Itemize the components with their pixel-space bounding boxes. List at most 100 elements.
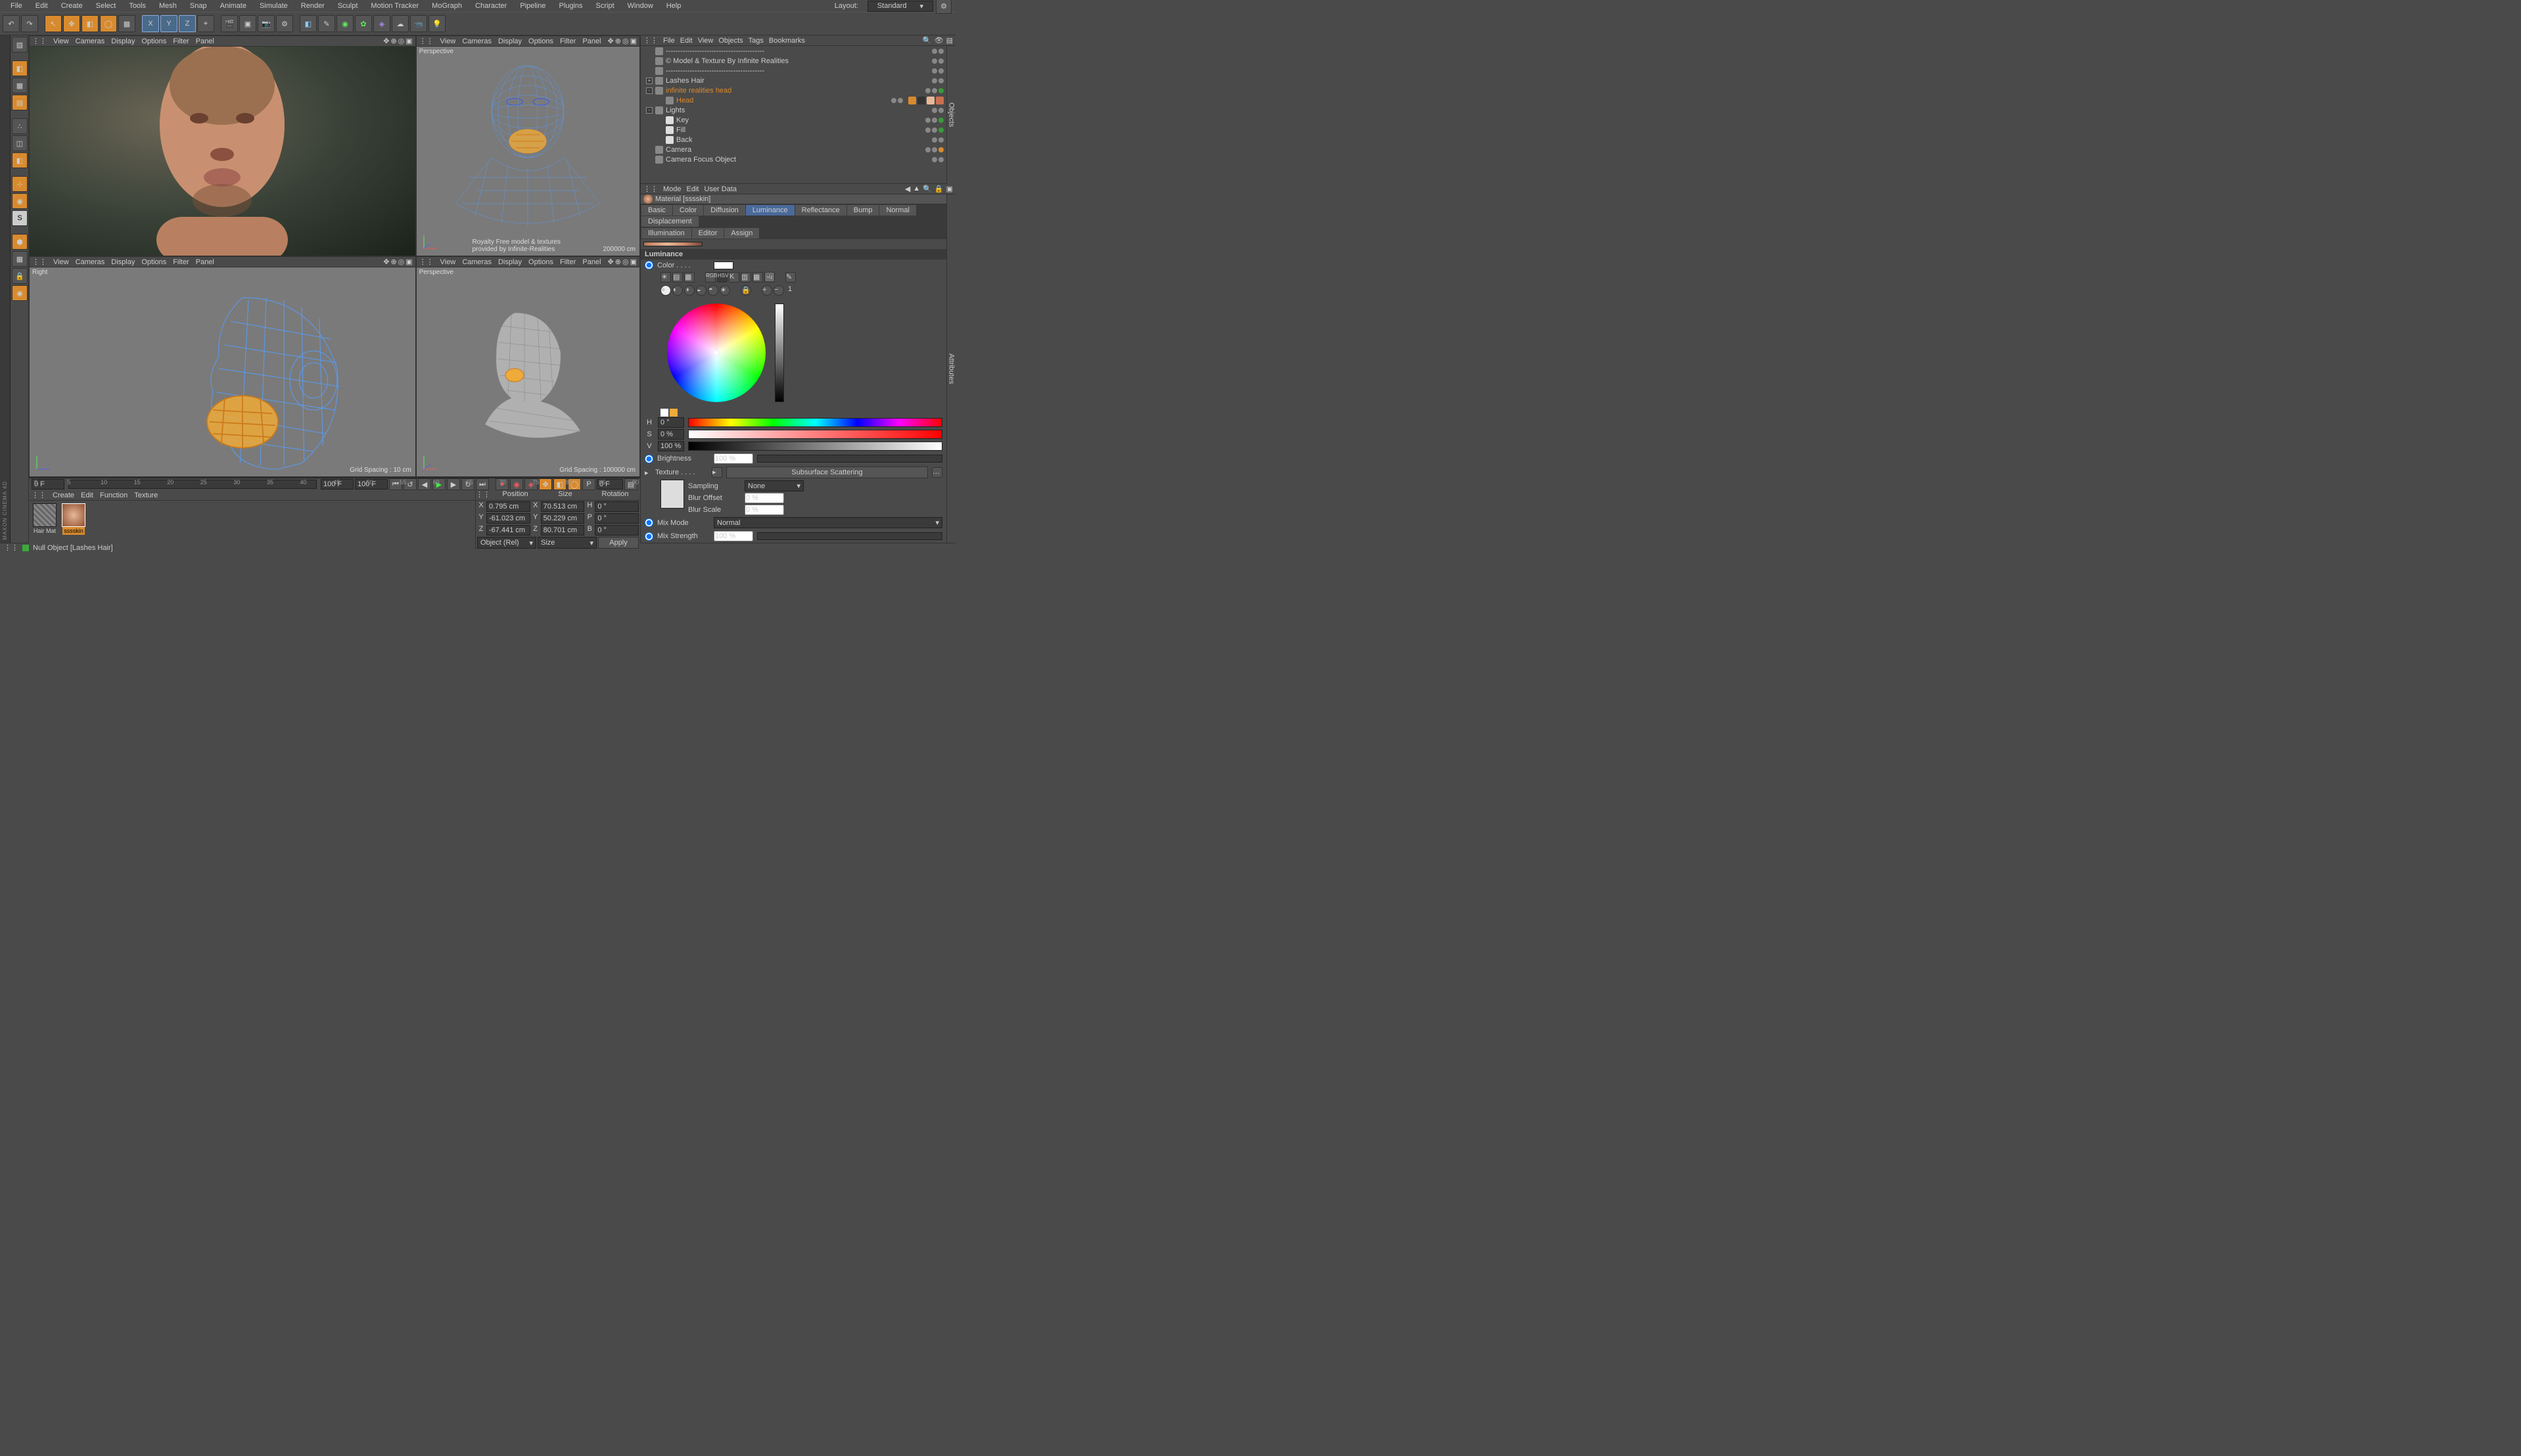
kelvin-icon[interactable]: K: [729, 272, 739, 283]
vp-display[interactable]: Display: [111, 37, 135, 45]
vp-view[interactable]: View: [53, 258, 69, 266]
grip-icon[interactable]: ⋮⋮: [32, 37, 47, 45]
menu-help[interactable]: Help: [660, 2, 688, 10]
tree-item[interactable]: +Lashes Hair: [641, 76, 946, 85]
render-region-icon[interactable]: ▣: [239, 15, 256, 32]
objpanel-file[interactable]: File: [663, 37, 675, 45]
menu-character[interactable]: Character: [469, 2, 513, 10]
tab-luminance[interactable]: Luminance: [746, 205, 795, 216]
vp-nav2-icon[interactable]: ⊕: [615, 37, 621, 45]
x-axis-lock-icon[interactable]: X: [142, 15, 159, 32]
texture-preview[interactable]: [643, 242, 703, 246]
visibility-dots[interactable]: [925, 147, 944, 152]
mixmode-radio[interactable]: [645, 518, 653, 527]
menu-motiontracker[interactable]: Motion Tracker: [364, 2, 425, 10]
picture-icon[interactable]: 🖼: [764, 272, 775, 283]
rotate-tool-icon[interactable]: ◯: [100, 15, 117, 32]
visibility-dots[interactable]: [925, 118, 944, 123]
vp-nav1-icon[interactable]: ✥: [383, 258, 389, 266]
mixstrength-slider[interactable]: [757, 532, 942, 540]
objpanel-objects[interactable]: Objects: [718, 37, 743, 45]
generator-icon[interactable]: ✿: [355, 15, 372, 32]
environment-icon[interactable]: ☁: [392, 15, 409, 32]
vp-nav3-icon[interactable]: ◎: [622, 37, 629, 45]
viewport-solo-icon[interactable]: ◉: [12, 285, 28, 301]
vp-nav4-icon[interactable]: ▣: [405, 258, 412, 266]
grip-icon[interactable]: ⋮⋮: [32, 258, 47, 266]
vp-view[interactable]: View: [440, 37, 456, 45]
objpanel-edit[interactable]: Edit: [680, 37, 693, 45]
move-tool-icon[interactable]: ✥: [63, 15, 80, 32]
tab-assign[interactable]: Assign: [724, 228, 759, 239]
bluroffset-input[interactable]: [745, 493, 784, 503]
visibility-dots[interactable]: [932, 68, 944, 74]
objects-tab[interactable]: Objects: [946, 46, 956, 184]
shader-preview[interactable]: [660, 480, 684, 509]
polygon-mode-icon[interactable]: ◧: [12, 152, 28, 168]
pos-input[interactable]: [486, 501, 530, 512]
softselection-icon[interactable]: ◉: [12, 193, 28, 209]
coord-system-icon[interactable]: ⌖: [197, 15, 214, 32]
mat-function[interactable]: Function: [100, 491, 127, 499]
vp-cameras[interactable]: Cameras: [76, 37, 105, 45]
vp-display[interactable]: Display: [498, 258, 522, 266]
tree-item[interactable]: Back: [641, 135, 946, 145]
visibility-dots[interactable]: [891, 98, 903, 103]
tag-icon[interactable]: [927, 97, 935, 104]
menu-render[interactable]: Render: [294, 2, 331, 10]
lock-icon[interactable]: 🔒: [935, 185, 944, 193]
vp-nav2-icon[interactable]: ⊕: [615, 258, 621, 266]
pen-tool-icon[interactable]: ✎: [318, 15, 335, 32]
tab-bump[interactable]: Bump: [847, 205, 879, 216]
key-pos-icon[interactable]: ✥: [539, 478, 552, 490]
expand-icon[interactable]: -: [646, 87, 653, 94]
harmony3-icon[interactable]: ◑: [684, 285, 695, 296]
rot-input[interactable]: [595, 525, 639, 535]
tree-item[interactable]: Head: [641, 95, 946, 105]
menu-pipeline[interactable]: Pipeline: [513, 2, 552, 10]
grip-icon[interactable]: ⋮⋮: [643, 185, 658, 193]
attr-edit[interactable]: Edit: [687, 185, 699, 193]
tab-normal[interactable]: Normal: [879, 205, 915, 216]
vp-nav4-icon[interactable]: ▣: [630, 37, 637, 45]
tag-icon[interactable]: [917, 97, 925, 104]
size-input[interactable]: [541, 525, 585, 535]
edge-mode-icon[interactable]: ◫: [12, 135, 28, 151]
attributes-tab[interactable]: Attributes: [946, 194, 956, 543]
size-input[interactable]: [541, 501, 585, 512]
tree-item[interactable]: -Lights: [641, 105, 946, 115]
grip-icon[interactable]: ⋮⋮: [476, 490, 490, 500]
scale-tool-icon[interactable]: ◧: [81, 15, 99, 32]
recent-tool-icon[interactable]: ▦: [118, 15, 135, 32]
menu-plugins[interactable]: Plugins: [552, 2, 589, 10]
lock-harmony-icon[interactable]: 🔒: [741, 285, 751, 296]
harmony6-icon[interactable]: ✶: [720, 285, 730, 296]
vp-nav3-icon[interactable]: ◎: [398, 37, 405, 45]
point-mode-icon[interactable]: ∴: [12, 118, 28, 134]
eye-icon[interactable]: 👁: [935, 36, 944, 45]
material-item[interactable]: sssskin: [60, 503, 87, 547]
menu-create[interactable]: Create: [55, 2, 89, 10]
value-slider[interactable]: [775, 304, 784, 402]
coord-apply-button[interactable]: Apply: [598, 537, 639, 549]
mixmode-dropdown[interactable]: Normal▾: [714, 517, 942, 528]
filter-icon[interactable]: ▤: [946, 36, 953, 45]
sampling-dropdown[interactable]: None▾: [745, 480, 804, 491]
objpanel-bookmarks[interactable]: Bookmarks: [769, 37, 805, 45]
tree-item[interactable]: Key: [641, 115, 946, 125]
light-icon[interactable]: 💡: [428, 15, 446, 32]
mat-texture[interactable]: Texture: [134, 491, 158, 499]
vp-nav4-icon[interactable]: ▣: [405, 37, 412, 45]
vp-cameras[interactable]: Cameras: [462, 258, 492, 266]
model-mode-icon[interactable]: ◧: [12, 60, 28, 76]
mixstrength-input[interactable]: [714, 531, 753, 541]
menu-sculpt[interactable]: Sculpt: [331, 2, 365, 10]
expand-icon[interactable]: +: [646, 78, 653, 84]
visibility-dots[interactable]: [932, 137, 944, 143]
tag-icon[interactable]: [908, 97, 916, 104]
vp-nav2-icon[interactable]: ⊕: [390, 37, 396, 45]
key-param-icon[interactable]: P: [582, 478, 595, 490]
vp-nav3-icon[interactable]: ◎: [398, 258, 405, 266]
vp-cameras[interactable]: Cameras: [76, 258, 105, 266]
vp-options[interactable]: Options: [528, 258, 553, 266]
